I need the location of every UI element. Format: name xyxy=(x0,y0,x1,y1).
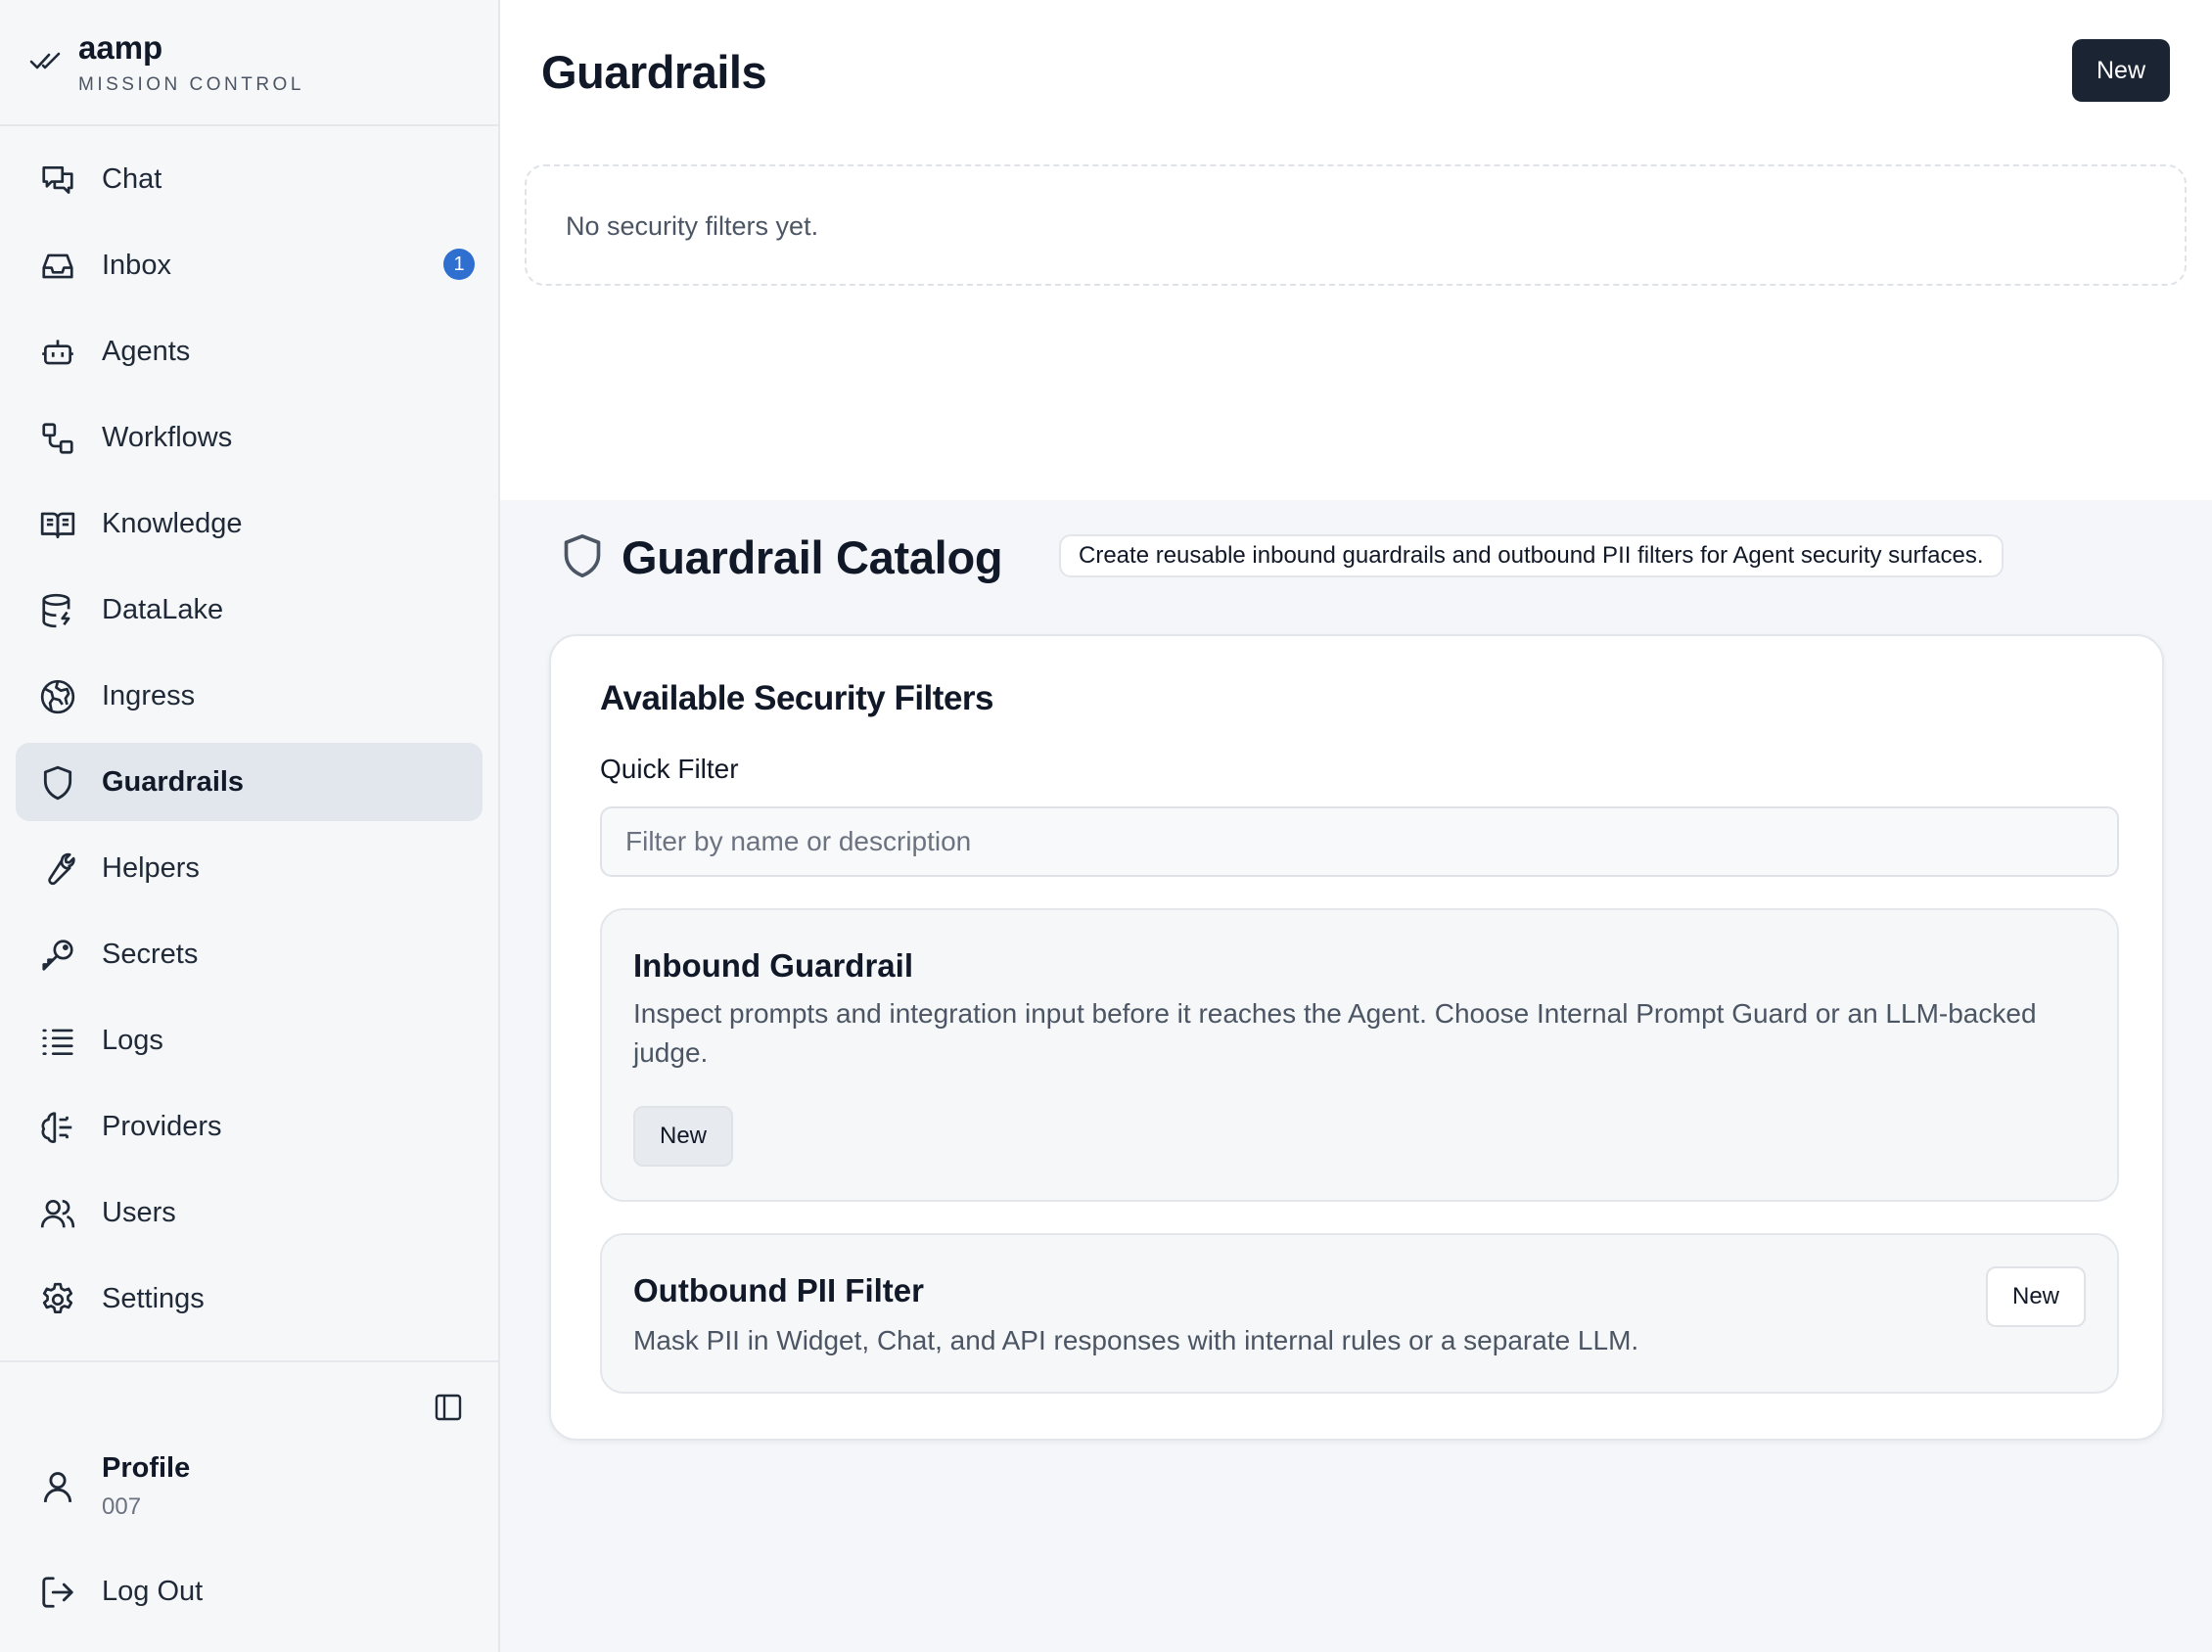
sidebar: aamp MISSION CONTROL Chat Inbox 1 Agents… xyxy=(0,0,500,1652)
sidebar-item-label: Guardrails xyxy=(102,765,245,798)
users-icon xyxy=(39,1195,76,1232)
sidebar-item-label: Logs xyxy=(102,1024,163,1056)
page-title: Guardrails xyxy=(541,46,767,98)
sidebar-item-label: Providers xyxy=(102,1110,222,1142)
filter-description: Mask PII in Widget, Chat, and API respon… xyxy=(633,1325,1639,1355)
quick-filter-label: Quick Filter xyxy=(600,754,739,784)
catalog-header: Guardrail Catalog Create reusable inboun… xyxy=(549,528,2212,587)
security-filters-card: Available Security Filters Quick Filter … xyxy=(549,634,2164,1441)
quick-filter-input[interactable] xyxy=(600,806,2119,877)
catalog-title: Guardrail Catalog xyxy=(622,531,1003,583)
profile-link[interactable]: Profile 007 xyxy=(16,1431,484,1538)
workflow-icon xyxy=(39,420,76,457)
brand-subtitle: MISSION CONTROL xyxy=(78,74,304,95)
logout-icon xyxy=(39,1574,76,1611)
sidebar-toggle-icon[interactable] xyxy=(433,1392,464,1423)
sidebar-item-users[interactable]: Users xyxy=(16,1173,483,1252)
guardrails-section: Guardrails New No security filters yet. xyxy=(500,0,2212,500)
sidebar-nav: Chat Inbox 1 Agents Workflows Knowledge … xyxy=(0,126,498,1346)
sidebar-item-helpers[interactable]: Helpers xyxy=(16,829,483,907)
sidebar-item-secrets[interactable]: Secrets xyxy=(16,915,483,993)
chat-icon xyxy=(39,161,76,199)
profile-id: 007 xyxy=(102,1493,142,1520)
database-icon xyxy=(39,592,76,629)
app-root: aamp MISSION CONTROL Chat Inbox 1 Agents… xyxy=(0,0,2212,1652)
logout-label: Log Out xyxy=(102,1576,204,1607)
sidebar-item-label: Secrets xyxy=(102,938,199,970)
sidebar-item-label: Chat xyxy=(102,162,162,195)
new-guardrail-button[interactable]: New xyxy=(2072,39,2170,102)
sidebar-item-settings[interactable]: Settings xyxy=(16,1260,483,1338)
sidebar-item-label: DataLake xyxy=(102,593,224,625)
double-check-icon xyxy=(29,52,61,69)
sidebar-item-datalake[interactable]: DataLake xyxy=(16,571,483,649)
sidebar-item-guardrails[interactable]: Guardrails xyxy=(16,743,483,821)
sidebar-item-label: Ingress xyxy=(102,679,196,711)
sidebar-item-providers[interactable]: Providers xyxy=(16,1087,483,1166)
catalog-description: Create reusable inbound guardrails and o… xyxy=(1059,534,2004,577)
card-title: Available Security Filters xyxy=(600,679,994,717)
sidebar-item-chat[interactable]: Chat xyxy=(16,140,483,218)
sidebar-item-label: Knowledge xyxy=(102,507,243,539)
sidebar-item-knowledge[interactable]: Knowledge xyxy=(16,484,483,563)
sidebar-item-label: Inbox xyxy=(102,249,171,281)
brain-icon xyxy=(39,1109,76,1146)
sidebar-item-label: Workflows xyxy=(102,421,233,453)
sidebar-item-ingress[interactable]: Ingress xyxy=(16,657,483,735)
filter-card-inbound-guardrail: Inbound Guardrail Inspect prompts and in… xyxy=(600,908,2119,1202)
brand-header[interactable]: aamp MISSION CONTROL xyxy=(0,0,498,126)
bot-icon xyxy=(39,334,76,371)
new-outbound-pii-filter-button[interactable]: New xyxy=(1986,1266,2086,1327)
filter-name: Inbound Guardrail xyxy=(633,947,913,984)
empty-state: No security filters yet. xyxy=(525,164,2187,286)
shield-icon xyxy=(39,764,76,802)
gear-icon xyxy=(39,1281,76,1318)
inbox-count-badge: 1 xyxy=(443,249,475,280)
sidebar-item-label: Settings xyxy=(102,1282,205,1314)
user-icon xyxy=(39,1468,76,1505)
sidebar-footer: Profile 007 Log Out xyxy=(0,1360,498,1652)
wrench-icon xyxy=(39,850,76,888)
key-icon xyxy=(39,937,76,974)
empty-state-text: No security filters yet. xyxy=(566,211,819,241)
sidebar-item-label: Users xyxy=(102,1196,176,1228)
sidebar-item-workflows[interactable]: Workflows xyxy=(16,398,483,477)
filter-name: Outbound PII Filter xyxy=(633,1272,924,1308)
filter-description: Inspect prompts and integration input be… xyxy=(633,998,2037,1068)
filter-card-outbound-pii-filter: Outbound PII Filter Mask PII in Widget, … xyxy=(600,1233,2119,1394)
main-content: Guardrails New No security filters yet. … xyxy=(500,0,2212,1652)
brand-name: aamp xyxy=(78,29,163,66)
sidebar-item-inbox[interactable]: Inbox 1 xyxy=(16,226,483,304)
list-icon xyxy=(39,1023,76,1060)
sidebar-item-logs[interactable]: Logs xyxy=(16,1001,483,1079)
profile-label: Profile xyxy=(102,1452,191,1484)
sidebar-item-label: Helpers xyxy=(102,851,200,884)
new-inbound-guardrail-button[interactable]: New xyxy=(633,1106,733,1167)
sidebar-item-agents[interactable]: Agents xyxy=(16,312,483,390)
inbox-icon xyxy=(39,248,76,285)
globe-icon xyxy=(39,678,76,715)
book-icon xyxy=(39,506,76,543)
shield-icon xyxy=(564,533,601,577)
logout-button[interactable]: Log Out xyxy=(16,1558,484,1627)
sidebar-item-label: Agents xyxy=(102,335,191,367)
